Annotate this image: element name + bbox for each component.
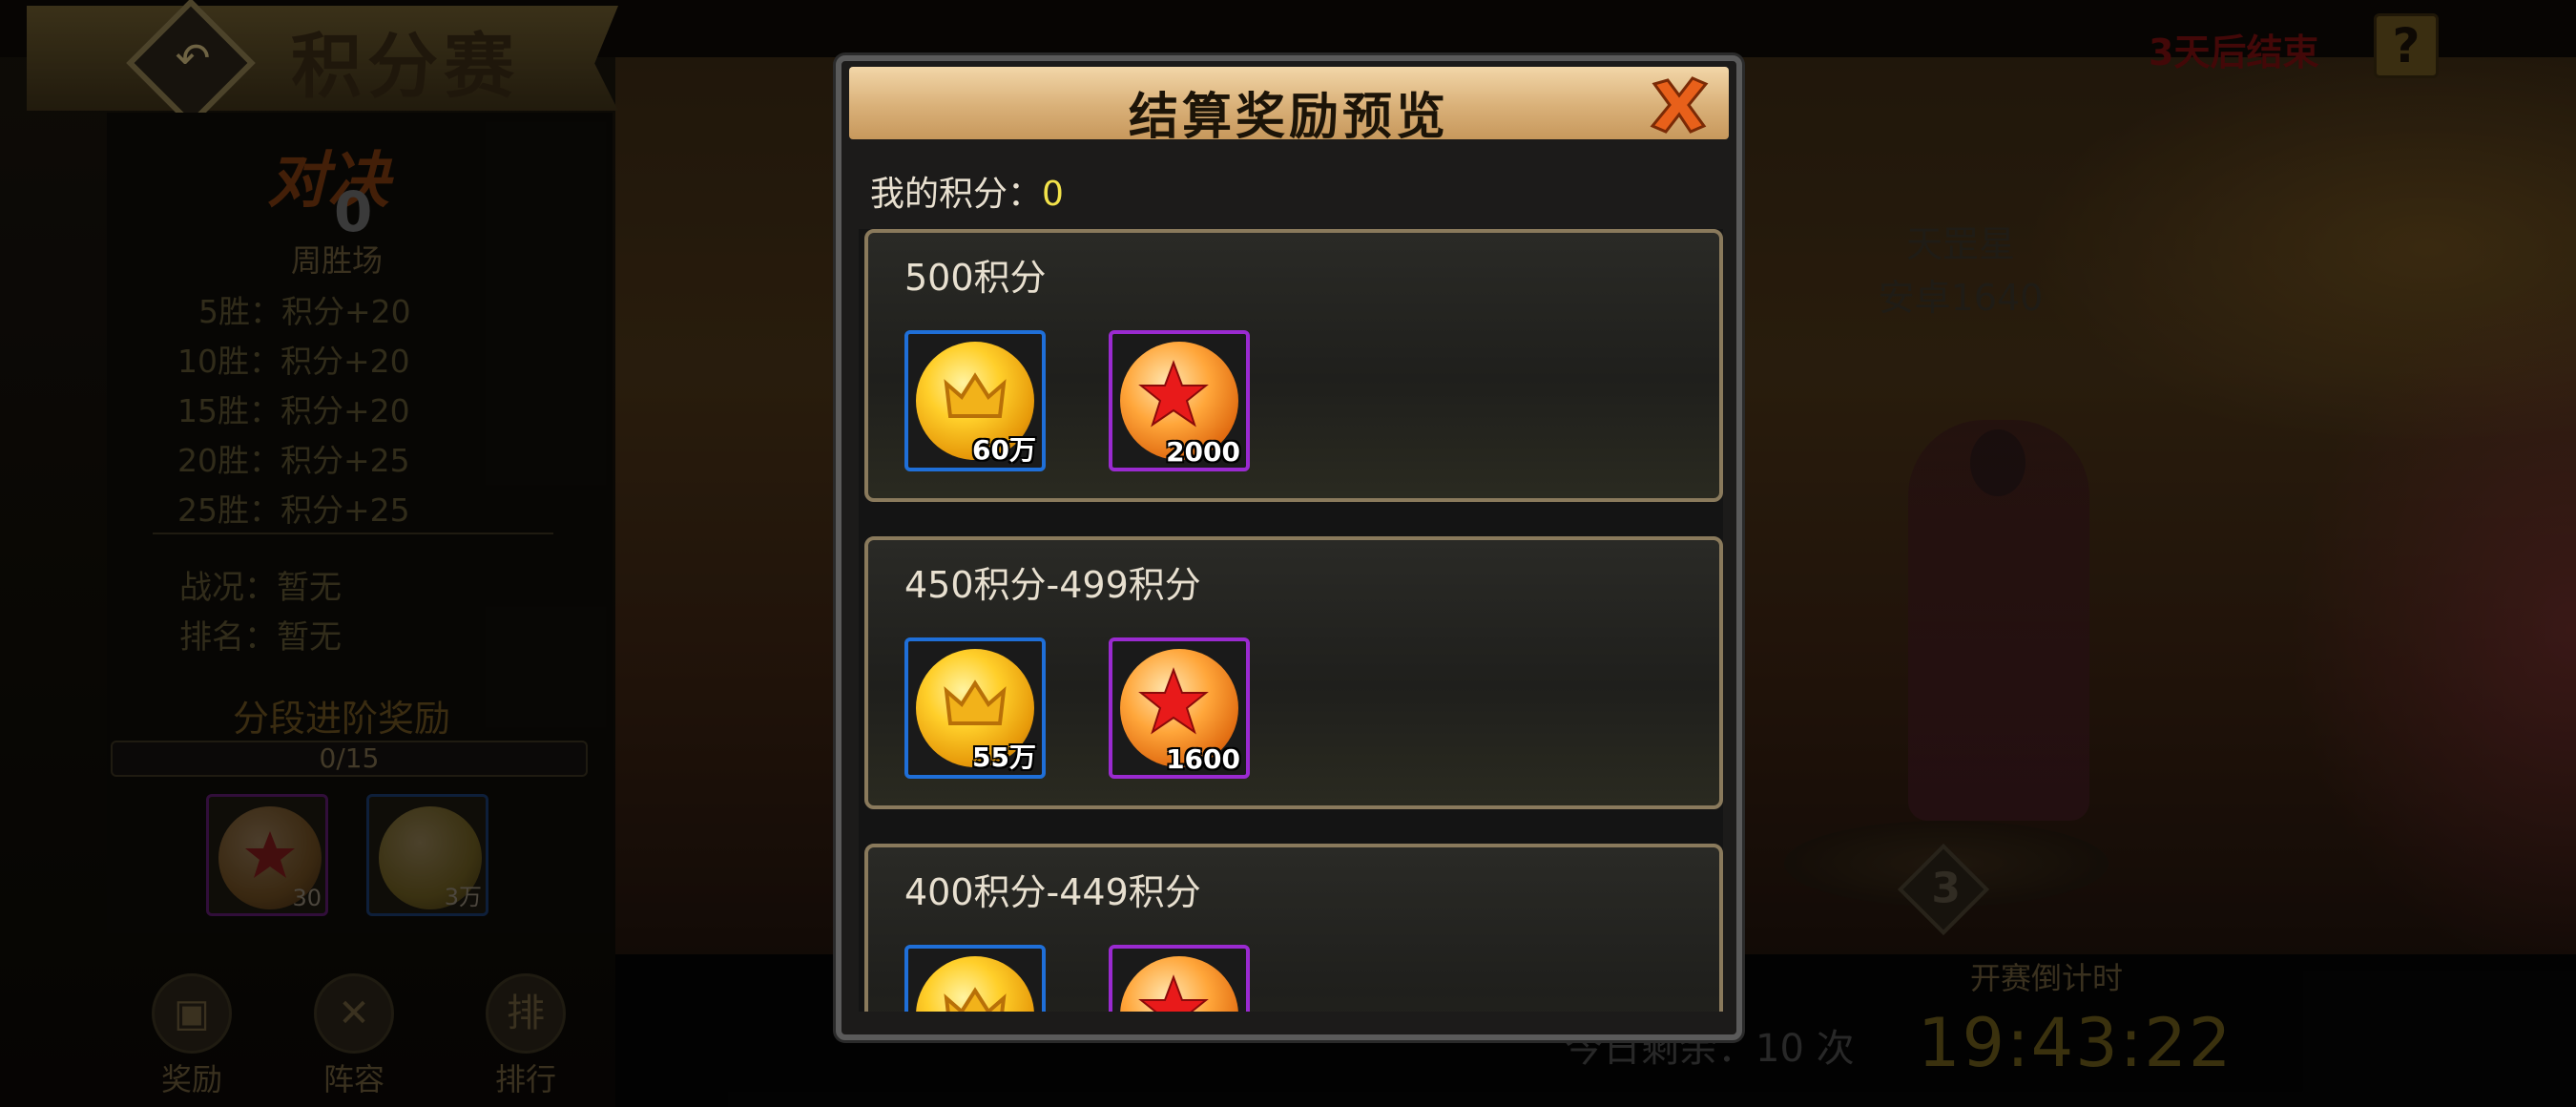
reward-item[interactable]: 60万 bbox=[904, 330, 1046, 471]
close-button[interactable] bbox=[1647, 74, 1712, 136]
item-count: 1600 bbox=[1166, 743, 1240, 775]
item-count: 2000 bbox=[1166, 436, 1240, 468]
my-score: 我的积分：0 bbox=[870, 166, 1064, 216]
tier-range: 400积分-449积分 bbox=[904, 871, 1201, 913]
red-star-emblem bbox=[1138, 974, 1209, 1012]
close-icon bbox=[1650, 76, 1709, 134]
game-screen: ↶ 积分赛 3天后结束 ? 对决 0 周胜场 5胜：积分+20 10胜：积分+2… bbox=[0, 0, 2576, 1107]
reward-item[interactable] bbox=[1109, 945, 1250, 1012]
reward-item[interactable]: 2000 bbox=[1109, 330, 1250, 471]
reward-preview-dialog: 结算奖励预览 我的积分：0 500积分 60万 2000 450积分-499积分… bbox=[836, 55, 1742, 1040]
tier-range: 500积分 bbox=[904, 257, 1047, 299]
my-score-value: 0 bbox=[1042, 175, 1064, 214]
my-score-label: 我的积分： bbox=[870, 175, 1043, 214]
reward-tier: 450积分-499积分 55万 1600 bbox=[864, 536, 1723, 809]
dialog-header: 结算奖励预览 bbox=[849, 67, 1729, 146]
crown-emblem bbox=[944, 987, 1007, 1012]
reward-item[interactable] bbox=[904, 945, 1046, 1012]
dialog-title: 结算奖励预览 bbox=[1128, 88, 1449, 146]
reward-item[interactable]: 55万 bbox=[904, 637, 1046, 779]
reward-tier: 500积分 60万 2000 bbox=[864, 229, 1723, 502]
reward-item[interactable]: 1600 bbox=[1109, 637, 1250, 779]
item-count: 55万 bbox=[972, 741, 1036, 773]
reward-tier-list[interactable]: 500积分 60万 2000 450积分-499积分 55万 1600 400积… bbox=[859, 229, 1723, 1012]
item-count: 60万 bbox=[972, 434, 1036, 466]
tier-range: 450积分-499积分 bbox=[904, 564, 1201, 606]
reward-tier: 400积分-449积分 bbox=[864, 844, 1723, 1012]
